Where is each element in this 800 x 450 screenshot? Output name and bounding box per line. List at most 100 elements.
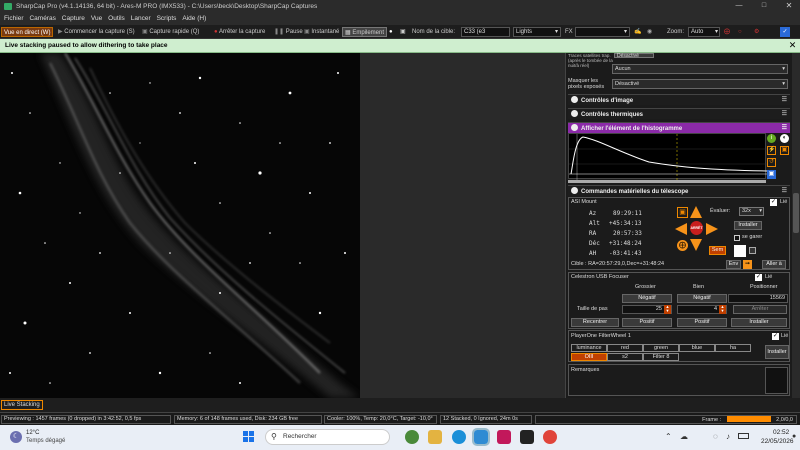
app-icon-5[interactable] xyxy=(497,430,511,444)
park-checkbox[interactable] xyxy=(734,235,740,241)
coarse-positive-button[interactable]: Positif xyxy=(622,318,672,327)
south-arrow-button[interactable] xyxy=(690,239,702,251)
west-arrow-button[interactable] xyxy=(675,223,687,235)
histogram-stretch-icon[interactable]: ⚡ xyxy=(767,146,776,155)
clock-time[interactable]: 02:52 xyxy=(773,429,789,436)
section-thermal-controls[interactable]: Contrôles thermiques ☰ xyxy=(568,108,790,119)
coarse-step-stepper[interactable]: ▲ ▼ xyxy=(664,305,671,314)
goto-arrow-icon[interactable]: ➞ xyxy=(743,260,752,269)
menu-icon[interactable]: ☰ xyxy=(782,95,787,105)
stop-button[interactable]: ARRÊT xyxy=(690,221,703,235)
banner-close-button[interactable]: ✕ xyxy=(787,40,798,51)
histogram-save-icon[interactable]: ▣ xyxy=(767,170,776,179)
focuser-install-button[interactable]: Installer xyxy=(731,318,787,327)
search-box[interactable]: ⚲ Rechercher xyxy=(265,429,390,445)
filter-oiii[interactable]: OIII xyxy=(571,353,607,361)
grid-icon[interactable] xyxy=(749,247,756,254)
filter-green[interactable]: green xyxy=(643,344,679,352)
focuser-connected-checkbox[interactable]: ✓ xyxy=(755,274,762,281)
satellite-trail-select[interactable]: Aucun ▾ xyxy=(612,64,788,74)
remarks-textarea[interactable] xyxy=(765,367,788,394)
clock-date[interactable]: 22/05/2026 xyxy=(761,438,794,445)
slew-settings-icon[interactable]: ⨁ xyxy=(677,240,688,251)
tray-app-icon[interactable]: ☁ xyxy=(680,432,688,441)
pause-button[interactable]: ❚❚ Pause xyxy=(274,27,303,37)
snapshot-button[interactable]: ▣ Instantané xyxy=(304,27,339,37)
mount-connected-checkbox[interactable]: ✓ xyxy=(770,199,777,206)
quick-capture-button[interactable]: ▣ Capture rapide (Q) xyxy=(142,27,199,37)
menu-vue[interactable]: Vue xyxy=(91,15,102,22)
north-arrow-button[interactable] xyxy=(690,206,702,218)
maximize-button[interactable]: □ xyxy=(757,2,771,11)
menu-lancer[interactable]: Lancer xyxy=(131,15,151,22)
recentre-button[interactable]: Recentrer xyxy=(571,318,619,327)
histogram-info-icon[interactable]: i xyxy=(767,134,776,143)
settings-icon[interactable]: ⚙ xyxy=(754,27,759,37)
record-icon[interactable]: ● xyxy=(389,27,393,37)
histogram-plot[interactable] xyxy=(568,133,768,180)
histogram-display-icon[interactable]: ◐ xyxy=(780,134,789,143)
menu-scripts[interactable]: Scripts xyxy=(157,15,177,22)
section-hardware[interactable]: Commandes matérielles du télescope ☰ xyxy=(568,185,790,196)
fx-tool-icon[interactable]: ✍ xyxy=(634,27,641,37)
set-button[interactable]: Sem xyxy=(709,246,726,255)
coarse-negative-button[interactable]: Négatif xyxy=(622,294,672,303)
section-histogram[interactable]: Afficher l'élément de l'histogramme ☰ xyxy=(568,122,790,133)
mount-install-button[interactable]: Installer xyxy=(734,221,762,230)
start-button[interactable] xyxy=(243,431,255,443)
start-capture-button[interactable]: ▶ Commencer la capture (S) xyxy=(58,27,135,37)
app-icon-6[interactable] xyxy=(520,430,534,444)
menu-icon[interactable]: ☰ xyxy=(782,109,787,119)
notification-icon[interactable]: ● xyxy=(792,433,798,441)
tray-volume-icon[interactable]: ♪ xyxy=(726,432,730,441)
weather-desc[interactable]: Temps dégagé xyxy=(26,438,65,444)
frame-type-select[interactable]: Lights ▾ xyxy=(513,27,561,37)
filter-s2[interactable]: s2 xyxy=(607,353,643,361)
filter-luminance[interactable]: luminance xyxy=(571,344,607,352)
filter-blue[interactable]: blue xyxy=(679,344,715,352)
menu-aide[interactable]: Aide (H) xyxy=(182,15,206,22)
menu-capture[interactable]: Capture xyxy=(62,15,85,22)
env-button[interactable]: Env xyxy=(726,260,741,269)
image-preview[interactable] xyxy=(0,53,360,398)
close-button[interactable]: ✕ xyxy=(782,1,796,11)
fine-positive-button[interactable]: Positif xyxy=(677,318,727,327)
filterwheel-connected-checkbox[interactable]: ✓ xyxy=(772,333,779,340)
edge-icon[interactable] xyxy=(452,430,466,444)
menu-outils[interactable]: Outils xyxy=(108,15,125,22)
scrollbar-thumb[interactable] xyxy=(793,193,799,233)
pin-icon[interactable]: ✓ xyxy=(780,27,790,37)
tray-chevron-icon[interactable]: ⌃ xyxy=(665,432,672,441)
filterwheel-install-button[interactable]: Installer xyxy=(765,345,789,359)
zoom-select[interactable]: Auto ▾ xyxy=(688,27,720,37)
menu-icon[interactable]: ☰ xyxy=(782,186,787,196)
filter-8[interactable]: Filter 8 xyxy=(643,353,679,361)
app-icon-1[interactable] xyxy=(405,430,419,444)
weather-temp[interactable]: 12°C xyxy=(26,430,39,436)
fine-negative-button[interactable]: Négatif xyxy=(677,294,727,303)
panel-scrollbar[interactable] xyxy=(792,53,800,398)
mask-pixels-select[interactable]: Désactivé ▾ xyxy=(612,79,788,89)
guide-mode-icon[interactable]: ▣ xyxy=(677,207,688,218)
live-view-button[interactable]: Vue en direct (W) xyxy=(1,27,54,37)
menu-cameras[interactable]: Caméras xyxy=(29,15,55,22)
sharpcap-icon[interactable] xyxy=(472,428,490,446)
east-arrow-button[interactable] xyxy=(706,223,718,235)
menu-fichier[interactable]: Fichier xyxy=(4,15,24,22)
histogram-range-slider[interactable] xyxy=(568,180,766,183)
reticle-icon[interactable]: ⨁ xyxy=(724,27,730,37)
fx-color-icon[interactable]: ◉ xyxy=(647,27,652,37)
filter-ha[interactable]: ha xyxy=(715,344,751,352)
fine-step-stepper[interactable]: ▲ ▼ xyxy=(719,305,726,314)
stop-capture-button[interactable]: ● Arrêter la capture xyxy=(214,27,265,37)
weather-icon[interactable]: ☾ xyxy=(10,431,22,443)
filter-red[interactable]: red xyxy=(607,344,643,352)
section-image-controls[interactable]: Contrôles d'image ☰ xyxy=(568,94,790,105)
tray-wifi-icon[interactable]: ◌ xyxy=(713,432,718,441)
minimize-button[interactable]: — xyxy=(732,2,746,11)
annotate-icon[interactable]: ○ xyxy=(738,27,742,37)
menu-icon[interactable]: ☰ xyxy=(782,123,787,133)
chrome-icon[interactable] xyxy=(543,430,557,444)
fx-select[interactable]: ▾ xyxy=(575,27,630,37)
rate-select[interactable]: 32x ▾ xyxy=(739,207,764,216)
